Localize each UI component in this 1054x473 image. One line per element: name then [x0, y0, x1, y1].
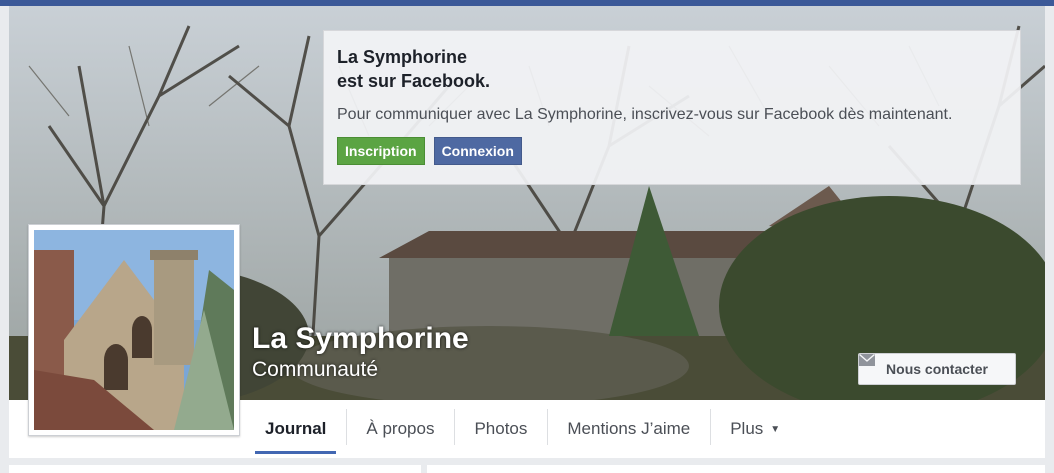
tab-journal[interactable]: Journal	[245, 400, 346, 458]
signup-prompt-box: La Symphorine est sur Facebook. Pour com…	[323, 30, 1021, 185]
right-column-top	[427, 465, 1045, 473]
content-strip	[9, 458, 1045, 473]
page-header: La Symphorine est sur Facebook. Pour com…	[9, 6, 1045, 458]
caret-down-icon: ▼	[770, 423, 781, 435]
tab-photos[interactable]: Photos	[454, 400, 547, 458]
tab-likes[interactable]: Mentions J’aime	[547, 400, 710, 458]
signup-buttons: Inscription Connexion	[337, 137, 1007, 165]
tab-photos-label: Photos	[474, 419, 528, 438]
tab-about-label: À propos	[366, 419, 435, 438]
tab-likes-label: Mentions J’aime	[567, 419, 691, 438]
profile-picture[interactable]	[28, 224, 240, 436]
login-button[interactable]: Connexion	[433, 137, 522, 165]
envelope-icon	[859, 354, 875, 366]
contact-button-label: Nous contacter	[886, 361, 988, 377]
tab-journal-label: Journal	[265, 419, 327, 438]
page-tabs: Journal À propos Photos Mentions J’aime …	[245, 400, 800, 458]
tab-more-label: Plus	[730, 419, 764, 438]
page-category[interactable]: Communauté	[252, 358, 378, 382]
signup-title-line1: La Symphorine	[337, 47, 468, 67]
page-name[interactable]: La Symphorine	[252, 322, 469, 356]
tab-more[interactable]: Plus ▼	[710, 400, 800, 458]
signup-button[interactable]: Inscription	[337, 137, 425, 165]
left-column-top	[9, 465, 421, 473]
tab-about[interactable]: À propos	[346, 400, 454, 458]
contact-button[interactable]: Nous contacter	[858, 353, 1016, 385]
signup-title-line2: est sur Facebook.	[337, 71, 491, 91]
profile-photo-illustration	[34, 230, 234, 430]
signup-message: Pour communiquer avec La Symphorine, ins…	[337, 106, 953, 123]
